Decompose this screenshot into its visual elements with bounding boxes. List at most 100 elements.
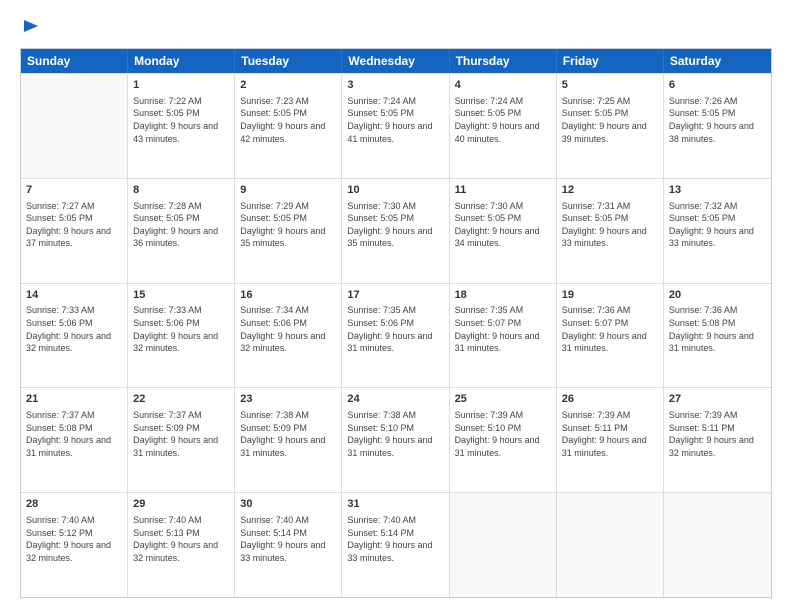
- calendar-body: 1 Sunrise: 7:22 AMSunset: 5:05 PMDaylight…: [21, 73, 771, 597]
- cal-cell-info: Sunrise: 7:37 AMSunset: 5:08 PMDaylight:…: [26, 409, 122, 459]
- cal-day-number: 11: [455, 183, 551, 198]
- cal-cell-info: Sunrise: 7:34 AMSunset: 5:06 PMDaylight:…: [240, 304, 336, 354]
- cal-day-number: 5: [562, 78, 658, 93]
- calendar: SundayMondayTuesdayWednesdayThursdayFrid…: [20, 48, 772, 598]
- cal-day-number: 9: [240, 183, 336, 198]
- cal-day-number: 19: [562, 288, 658, 303]
- cal-cell-info: Sunrise: 7:37 AMSunset: 5:09 PMDaylight:…: [133, 409, 229, 459]
- cal-cell: 19Sunrise: 7:36 AMSunset: 5:07 PMDayligh…: [557, 284, 664, 388]
- cal-cell-info: Sunrise: 7:30 AMSunset: 5:05 PMDaylight:…: [455, 200, 551, 250]
- cal-cell: 2 Sunrise: 7:23 AMSunset: 5:05 PMDaylight…: [235, 74, 342, 178]
- cal-week-5: 28 Sunrise: 7:40 AMSunset: 5:12 PMDayligh…: [21, 492, 771, 597]
- cal-day-number: 10: [347, 183, 443, 198]
- cal-day-number: 1: [133, 78, 229, 93]
- cal-day-number: 8: [133, 183, 229, 198]
- cal-cell-info: Sunrise: 7:25 AMSunset: 5:05 PMDaylight:…: [562, 95, 658, 145]
- cal-cell-info: Sunrise: 7:23 AMSunset: 5:05 PMDaylight:…: [240, 95, 336, 145]
- cal-cell: 12 Sunrise: 7:31 AMSunset: 5:05 PMDayligh…: [557, 179, 664, 283]
- header: [20, 18, 772, 38]
- cal-cell: 26Sunrise: 7:39 AMSunset: 5:11 PMDayligh…: [557, 388, 664, 492]
- cal-day-number: 12: [562, 183, 658, 198]
- cal-cell: [450, 493, 557, 597]
- cal-day-number: 13: [669, 183, 766, 198]
- cal-cell: [557, 493, 664, 597]
- cal-day-number: 28: [26, 497, 122, 512]
- cal-cell: 31Sunrise: 7:40 AMSunset: 5:14 PMDayligh…: [342, 493, 449, 597]
- cal-week-2: 7 Sunrise: 7:27 AMSunset: 5:05 PMDaylight…: [21, 178, 771, 283]
- cal-day-number: 7: [26, 183, 122, 198]
- cal-cell: 22 Sunrise: 7:37 AMSunset: 5:09 PMDayligh…: [128, 388, 235, 492]
- cal-cell: 15Sunrise: 7:33 AMSunset: 5:06 PMDayligh…: [128, 284, 235, 388]
- cal-cell-info: Sunrise: 7:40 AMSunset: 5:13 PMDaylight:…: [133, 514, 229, 564]
- cal-week-1: 1 Sunrise: 7:22 AMSunset: 5:05 PMDaylight…: [21, 73, 771, 178]
- cal-day-number: 20: [669, 288, 766, 303]
- cal-cell: 1 Sunrise: 7:22 AMSunset: 5:05 PMDaylight…: [128, 74, 235, 178]
- page: SundayMondayTuesdayWednesdayThursdayFrid…: [0, 0, 792, 612]
- cal-header-sunday: Sunday: [21, 49, 128, 73]
- cal-cell: 6Sunrise: 7:26 AMSunset: 5:05 PMDaylight…: [664, 74, 771, 178]
- cal-day-number: 22: [133, 392, 229, 407]
- cal-cell-info: Sunrise: 7:32 AMSunset: 5:05 PMDaylight:…: [669, 200, 766, 250]
- cal-cell: 4 Sunrise: 7:24 AMSunset: 5:05 PMDaylight…: [450, 74, 557, 178]
- cal-cell-info: Sunrise: 7:40 AMSunset: 5:12 PMDaylight:…: [26, 514, 122, 564]
- cal-cell: 9Sunrise: 7:29 AMSunset: 5:05 PMDaylight…: [235, 179, 342, 283]
- cal-day-number: 4: [455, 78, 551, 93]
- cal-cell: 29Sunrise: 7:40 AMSunset: 5:13 PMDayligh…: [128, 493, 235, 597]
- cal-cell-info: Sunrise: 7:27 AMSunset: 5:05 PMDaylight:…: [26, 200, 122, 250]
- cal-cell: 5 Sunrise: 7:25 AMSunset: 5:05 PMDaylight…: [557, 74, 664, 178]
- cal-header-monday: Monday: [128, 49, 235, 73]
- cal-day-number: 17: [347, 288, 443, 303]
- cal-cell-info: Sunrise: 7:39 AMSunset: 5:10 PMDaylight:…: [455, 409, 551, 459]
- logo: [20, 18, 40, 38]
- cal-cell: [21, 74, 128, 178]
- cal-day-number: 31: [347, 497, 443, 512]
- cal-cell-info: Sunrise: 7:31 AMSunset: 5:05 PMDaylight:…: [562, 200, 658, 250]
- cal-header-friday: Friday: [557, 49, 664, 73]
- cal-day-number: 23: [240, 392, 336, 407]
- cal-cell: 28 Sunrise: 7:40 AMSunset: 5:12 PMDayligh…: [21, 493, 128, 597]
- cal-cell: 18Sunrise: 7:35 AMSunset: 5:07 PMDayligh…: [450, 284, 557, 388]
- cal-day-number: 27: [669, 392, 766, 407]
- cal-day-number: 3: [347, 78, 443, 93]
- cal-cell-info: Sunrise: 7:24 AMSunset: 5:05 PMDaylight:…: [347, 95, 443, 145]
- cal-cell: 25Sunrise: 7:39 AMSunset: 5:10 PMDayligh…: [450, 388, 557, 492]
- cal-cell-info: Sunrise: 7:24 AMSunset: 5:05 PMDaylight:…: [455, 95, 551, 145]
- cal-cell-info: Sunrise: 7:33 AMSunset: 5:06 PMDaylight:…: [26, 304, 122, 354]
- cal-day-number: 15: [133, 288, 229, 303]
- cal-cell: [664, 493, 771, 597]
- cal-cell-info: Sunrise: 7:39 AMSunset: 5:11 PMDaylight:…: [669, 409, 766, 459]
- cal-header-saturday: Saturday: [664, 49, 771, 73]
- logo-flag-icon: [22, 18, 40, 40]
- calendar-header-row: SundayMondayTuesdayWednesdayThursdayFrid…: [21, 49, 771, 73]
- cal-cell-info: Sunrise: 7:33 AMSunset: 5:06 PMDaylight:…: [133, 304, 229, 354]
- cal-day-number: 2: [240, 78, 336, 93]
- cal-cell-info: Sunrise: 7:26 AMSunset: 5:05 PMDaylight:…: [669, 95, 766, 145]
- cal-day-number: 16: [240, 288, 336, 303]
- cal-day-number: 21: [26, 392, 122, 407]
- cal-cell-info: Sunrise: 7:35 AMSunset: 5:06 PMDaylight:…: [347, 304, 443, 354]
- cal-day-number: 30: [240, 497, 336, 512]
- cal-cell: 21 Sunrise: 7:37 AMSunset: 5:08 PMDayligh…: [21, 388, 128, 492]
- cal-cell-info: Sunrise: 7:28 AMSunset: 5:05 PMDaylight:…: [133, 200, 229, 250]
- cal-header-thursday: Thursday: [450, 49, 557, 73]
- cal-cell-info: Sunrise: 7:39 AMSunset: 5:11 PMDaylight:…: [562, 409, 658, 459]
- cal-cell: 16Sunrise: 7:34 AMSunset: 5:06 PMDayligh…: [235, 284, 342, 388]
- cal-cell: 11 Sunrise: 7:30 AMSunset: 5:05 PMDayligh…: [450, 179, 557, 283]
- cal-cell: 24Sunrise: 7:38 AMSunset: 5:10 PMDayligh…: [342, 388, 449, 492]
- cal-cell: 8 Sunrise: 7:28 AMSunset: 5:05 PMDaylight…: [128, 179, 235, 283]
- cal-cell: 7 Sunrise: 7:27 AMSunset: 5:05 PMDaylight…: [21, 179, 128, 283]
- cal-cell-info: Sunrise: 7:36 AMSunset: 5:08 PMDaylight:…: [669, 304, 766, 354]
- cal-cell: 23 Sunrise: 7:38 AMSunset: 5:09 PMDayligh…: [235, 388, 342, 492]
- cal-header-tuesday: Tuesday: [235, 49, 342, 73]
- cal-cell: 3 Sunrise: 7:24 AMSunset: 5:05 PMDaylight…: [342, 74, 449, 178]
- cal-cell-info: Sunrise: 7:38 AMSunset: 5:09 PMDaylight:…: [240, 409, 336, 459]
- cal-cell: 27 Sunrise: 7:39 AMSunset: 5:11 PMDayligh…: [664, 388, 771, 492]
- cal-header-wednesday: Wednesday: [342, 49, 449, 73]
- cal-cell-info: Sunrise: 7:30 AMSunset: 5:05 PMDaylight:…: [347, 200, 443, 250]
- cal-cell: 10 Sunrise: 7:30 AMSunset: 5:05 PMDayligh…: [342, 179, 449, 283]
- cal-day-number: 18: [455, 288, 551, 303]
- cal-cell-info: Sunrise: 7:35 AMSunset: 5:07 PMDaylight:…: [455, 304, 551, 354]
- cal-cell: 20Sunrise: 7:36 AMSunset: 5:08 PMDayligh…: [664, 284, 771, 388]
- cal-cell-info: Sunrise: 7:38 AMSunset: 5:10 PMDaylight:…: [347, 409, 443, 459]
- cal-cell-info: Sunrise: 7:22 AMSunset: 5:05 PMDaylight:…: [133, 95, 229, 145]
